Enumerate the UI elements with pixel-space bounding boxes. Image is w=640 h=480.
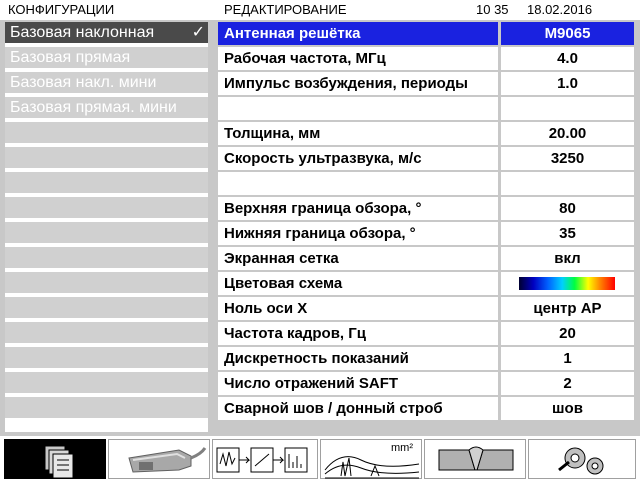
param-value[interactable]: вкл bbox=[501, 247, 634, 270]
param-label: Цветовая схема bbox=[218, 272, 498, 295]
param-row[interactable]: Число отражений SAFT 2 bbox=[218, 372, 634, 395]
param-value[interactable]: 1 bbox=[501, 347, 634, 370]
color-scheme-gradient bbox=[519, 277, 615, 290]
config-item[interactable]: Базовая наклонная ✓ bbox=[5, 22, 208, 45]
param-value[interactable] bbox=[501, 97, 634, 120]
param-label: Импульс возбуждения, периоды bbox=[218, 72, 498, 95]
param-value[interactable]: 1.0 bbox=[501, 72, 634, 95]
param-label bbox=[218, 172, 498, 195]
config-item[interactable] bbox=[5, 222, 208, 245]
param-label: Верхняя граница обзора, ° bbox=[218, 197, 498, 220]
param-row[interactable]: Верхняя граница обзора, ° 80 bbox=[218, 197, 634, 220]
param-value[interactable]: 35 bbox=[501, 222, 634, 245]
param-value[interactable]: центр АР bbox=[501, 297, 634, 320]
probe-button[interactable] bbox=[108, 439, 210, 479]
param-row[interactable]: Антенная решётка M9065 bbox=[218, 22, 634, 45]
param-row[interactable]: Сварной шов / донный строб шов bbox=[218, 397, 634, 420]
config-item[interactable] bbox=[5, 122, 208, 145]
param-value[interactable] bbox=[501, 172, 634, 195]
area-unit-label: mm² bbox=[391, 442, 413, 454]
config-item-label: Базовая наклонная bbox=[10, 24, 155, 41]
config-item[interactable] bbox=[5, 247, 208, 270]
param-label: Экранная сетка bbox=[218, 247, 498, 270]
config-item[interactable] bbox=[5, 172, 208, 195]
param-label: Дискретность показаний bbox=[218, 347, 498, 370]
bottom-toolbar: mm² bbox=[0, 436, 640, 480]
configs-button[interactable] bbox=[4, 439, 106, 479]
param-row[interactable]: Ноль оси Xцентр АР bbox=[218, 297, 634, 320]
weld-button[interactable] bbox=[424, 439, 526, 479]
settings-gears-icon bbox=[558, 447, 604, 475]
param-label: Толщина, мм bbox=[218, 122, 498, 145]
config-item[interactable] bbox=[5, 147, 208, 170]
config-item[interactable] bbox=[5, 197, 208, 220]
param-row[interactable]: Экранная сетка вкл bbox=[218, 247, 634, 270]
param-row[interactable] bbox=[218, 172, 634, 195]
config-item[interactable] bbox=[5, 397, 208, 420]
param-label: Нижняя граница обзора, ° bbox=[218, 222, 498, 245]
config-list: Базовая наклонная ✓ Базовая прямая Базовая … bbox=[5, 22, 208, 432]
param-row[interactable]: Дискретность показаний 1 bbox=[218, 347, 634, 370]
parameter-table: Антенная решётка M9065 Рабочая частота, МГ… bbox=[218, 22, 634, 424]
param-row[interactable]: Нижняя граница обзора, ° 35 bbox=[218, 222, 634, 245]
config-item[interactable] bbox=[5, 372, 208, 395]
param-label: Скорость ультразвука, м/с bbox=[218, 147, 498, 170]
param-value[interactable]: M9065 bbox=[501, 22, 634, 45]
param-label bbox=[218, 97, 498, 120]
documents-icon bbox=[44, 445, 74, 479]
param-value[interactable]: 20.00 bbox=[501, 122, 634, 145]
signal-chain-icon bbox=[216, 447, 308, 473]
weld-icon bbox=[438, 446, 514, 471]
check-icon: ✓ bbox=[191, 24, 205, 41]
config-item[interactable] bbox=[5, 322, 208, 345]
status-bar: КОНФИГУРАЦИИ РЕДАКТИРОВАНИЕ 10 35 18.02.… bbox=[0, 0, 640, 20]
param-label: Рабочая частота, МГц bbox=[218, 47, 498, 70]
config-item-label: Базовая прямая. мини bbox=[10, 99, 177, 116]
mode-label: РЕДАКТИРОВАНИЕ bbox=[224, 2, 347, 17]
settings-button[interactable] bbox=[528, 439, 636, 479]
config-item-label: Базовая накл. мини bbox=[10, 74, 157, 91]
param-row[interactable] bbox=[218, 97, 634, 120]
section-title: КОНФИГУРАЦИИ bbox=[8, 2, 115, 17]
probe-icon bbox=[128, 447, 207, 473]
param-row[interactable]: Скорость ультразвука, м/с 3250 bbox=[218, 147, 634, 170]
param-row[interactable]: Толщина, мм 20.00 bbox=[218, 122, 634, 145]
param-value[interactable]: шов bbox=[501, 397, 634, 420]
config-item[interactable] bbox=[5, 347, 208, 370]
ascan-area-button[interactable]: mm² bbox=[320, 439, 422, 479]
param-label: Ноль оси X bbox=[218, 297, 498, 320]
param-value[interactable]: 80 bbox=[501, 197, 634, 220]
param-label: Число отражений SAFT bbox=[218, 372, 498, 395]
param-value[interactable]: 3250 bbox=[501, 147, 634, 170]
param-value[interactable]: 2 bbox=[501, 372, 634, 395]
clock-date: 18.02.2016 bbox=[527, 2, 593, 17]
param-value[interactable]: 4.0 bbox=[501, 47, 634, 70]
clock-time: 10 35 bbox=[476, 2, 509, 17]
param-label: Антенная решётка bbox=[218, 22, 498, 45]
param-value[interactable] bbox=[501, 272, 634, 295]
config-item[interactable] bbox=[5, 297, 208, 320]
config-item[interactable]: Базовая прямая bbox=[5, 47, 208, 70]
param-label: Частота кадров, Гц bbox=[218, 322, 498, 345]
param-row[interactable]: Импульс возбуждения, периоды 1.0 bbox=[218, 72, 634, 95]
param-row[interactable]: Частота кадров, Гц 20 bbox=[218, 322, 634, 345]
config-item[interactable]: Базовая накл. мини bbox=[5, 72, 208, 95]
config-item[interactable]: Базовая прямая. мини bbox=[5, 97, 208, 120]
param-value[interactable]: 20 bbox=[501, 322, 634, 345]
param-label: Сварной шов / донный строб bbox=[218, 397, 498, 420]
config-item-label: Базовая прямая bbox=[10, 49, 131, 66]
config-item[interactable] bbox=[5, 272, 208, 295]
signal-chain-button[interactable] bbox=[212, 439, 318, 479]
param-row[interactable]: Рабочая частота, МГц 4.0 bbox=[218, 47, 634, 70]
param-row[interactable]: Цветовая схема bbox=[218, 272, 634, 295]
